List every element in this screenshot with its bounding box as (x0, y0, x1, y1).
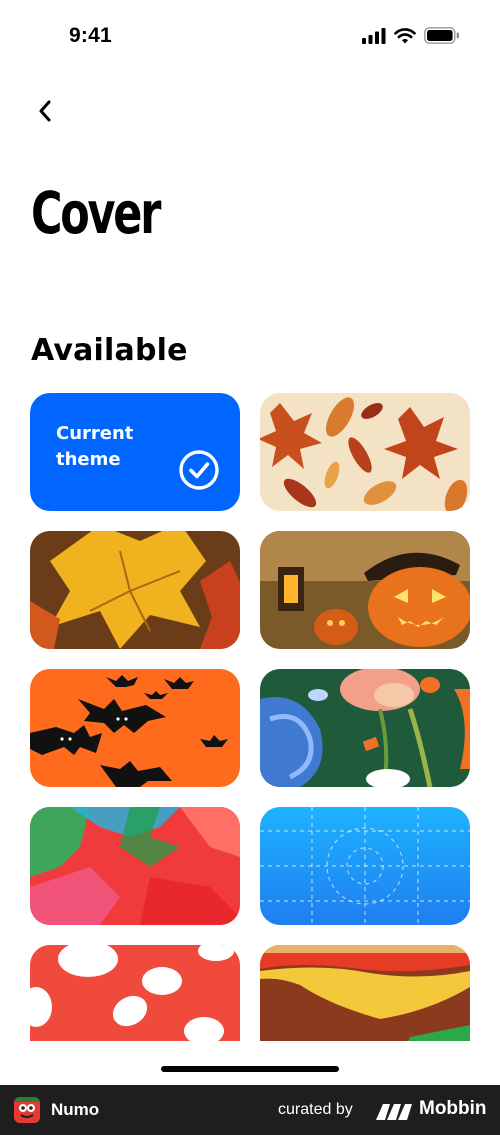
page-title: Cover (31, 179, 161, 247)
curated-by-text: curated by (278, 1101, 353, 1118)
theme-tile-striped-waves[interactable] (260, 945, 470, 1041)
theme-tile-red-spots[interactable] (30, 945, 240, 1041)
app-logo-icon (14, 1097, 40, 1123)
app-name: Numo (51, 1100, 100, 1119)
current-theme-tile[interactable]: Current theme (30, 393, 240, 511)
theme-tile-yellow-maple-leaves[interactable] (30, 531, 240, 649)
footer-bar: Numo curated by Mobbin (0, 1085, 500, 1135)
section-title: Available (31, 333, 188, 368)
theme-tile-watercolor-shapes[interactable] (30, 807, 240, 925)
battery-icon (424, 27, 459, 44)
chevron-left-icon (39, 100, 51, 122)
current-theme-label: Current theme (56, 423, 134, 470)
theme-tile-painted-flowers[interactable] (260, 669, 470, 787)
theme-tile-autumn-leaves-pattern[interactable] (260, 393, 470, 511)
mobbin-logo-icon (376, 1104, 412, 1120)
status-bar: 9:41 (0, 0, 500, 74)
signal-icon (362, 27, 386, 44)
status-time: 9:41 (69, 24, 112, 47)
themes-grid: Current theme (30, 393, 470, 1041)
check-circle-icon (179, 450, 219, 490)
theme-tile-halloween-bats[interactable] (30, 669, 240, 787)
theme-tile-blue-grid[interactable] (260, 807, 470, 925)
home-indicator (161, 1066, 339, 1072)
brand-name: Mobbin (419, 1098, 487, 1119)
theme-tile-jack-o-lantern-lantern[interactable] (260, 531, 470, 649)
status-icons (362, 27, 460, 44)
wifi-icon (394, 27, 416, 43)
back-button[interactable] (28, 94, 62, 128)
